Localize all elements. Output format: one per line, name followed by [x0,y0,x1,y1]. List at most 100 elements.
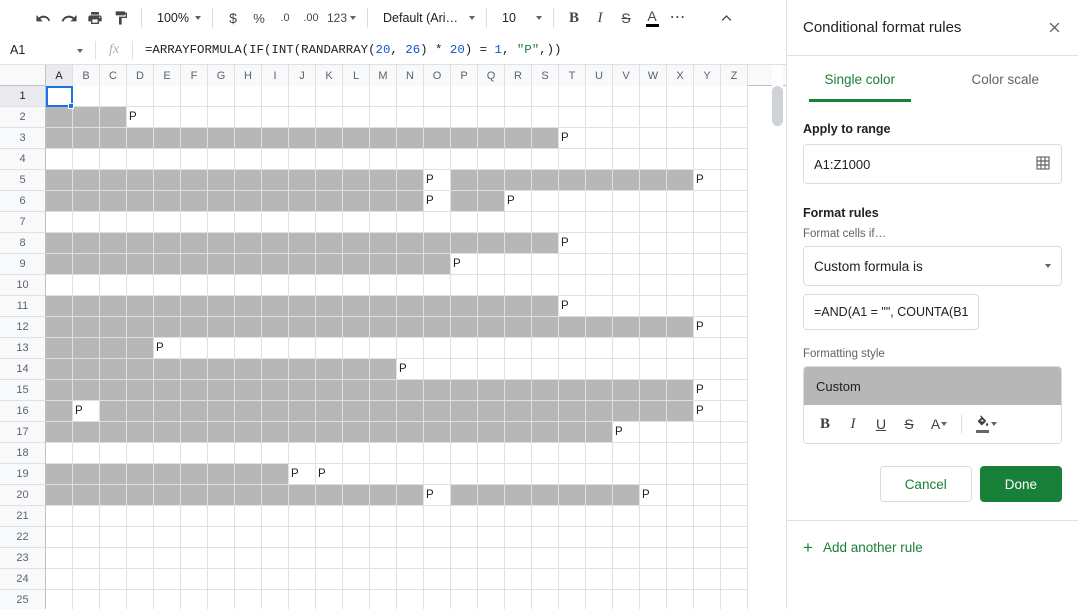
cell-M2[interactable] [370,107,397,128]
cell-X17[interactable] [667,422,694,443]
cell-Y2[interactable] [694,107,721,128]
cell-R2[interactable] [505,107,532,128]
cell-I11[interactable] [262,296,289,317]
cell-S14[interactable] [532,359,559,380]
cell-K13[interactable] [316,338,343,359]
cell-I20[interactable] [262,485,289,506]
cell-U9[interactable] [586,254,613,275]
column-header-C[interactable]: C [100,65,127,86]
cell-P12[interactable] [451,317,478,338]
cell-J1[interactable] [289,86,316,107]
cell-F5[interactable] [181,170,208,191]
cell-I4[interactable] [262,149,289,170]
cell-M9[interactable] [370,254,397,275]
cell-L9[interactable] [343,254,370,275]
cell-Q1[interactable] [478,86,505,107]
cell-D3[interactable] [127,128,154,149]
cell-I5[interactable] [262,170,289,191]
column-header-O[interactable]: O [424,65,451,86]
cell-U5[interactable] [586,170,613,191]
cell-V15[interactable] [613,380,640,401]
cell-U18[interactable] [586,443,613,464]
cell-Z9[interactable] [721,254,748,275]
style-strikethrough-button[interactable]: S [896,411,922,437]
cell-U19[interactable] [586,464,613,485]
cell-P6[interactable] [451,191,478,212]
cell-T21[interactable] [559,506,586,527]
cell-M11[interactable] [370,296,397,317]
cell-Y1[interactable] [694,86,721,107]
cell-J22[interactable] [289,527,316,548]
cell-S4[interactable] [532,149,559,170]
cell-E2[interactable] [154,107,181,128]
cell-Z7[interactable] [721,212,748,233]
cell-I17[interactable] [262,422,289,443]
undo-icon[interactable] [30,5,56,31]
cell-A9[interactable] [46,254,73,275]
cell-K23[interactable] [316,548,343,569]
cell-O23[interactable] [424,548,451,569]
cell-C2[interactable] [100,107,127,128]
cell-F12[interactable] [181,317,208,338]
cell-K14[interactable] [316,359,343,380]
cell-F2[interactable] [181,107,208,128]
cell-O5[interactable]: P [424,170,451,191]
cell-R5[interactable] [505,170,532,191]
cell-X23[interactable] [667,548,694,569]
column-header-B[interactable]: B [73,65,100,86]
cell-B13[interactable] [73,338,100,359]
cell-T18[interactable] [559,443,586,464]
cell-D25[interactable] [127,590,154,609]
cell-H16[interactable] [235,401,262,422]
cell-I8[interactable] [262,233,289,254]
cell-V23[interactable] [613,548,640,569]
cell-P24[interactable] [451,569,478,590]
cell-K9[interactable] [316,254,343,275]
cell-K3[interactable] [316,128,343,149]
cell-H2[interactable] [235,107,262,128]
cell-V21[interactable] [613,506,640,527]
column-header-M[interactable]: M [370,65,397,86]
cell-D23[interactable] [127,548,154,569]
cell-U24[interactable] [586,569,613,590]
row-header-20[interactable]: 20 [0,485,45,506]
column-header-L[interactable]: L [343,65,370,86]
cell-D17[interactable] [127,422,154,443]
cell-F20[interactable] [181,485,208,506]
row-header-15[interactable]: 15 [0,380,45,401]
cell-Z19[interactable] [721,464,748,485]
cell-U25[interactable] [586,590,613,609]
cell-H13[interactable] [235,338,262,359]
cell-R8[interactable] [505,233,532,254]
print-icon[interactable] [82,5,108,31]
cell-M7[interactable] [370,212,397,233]
cell-I13[interactable] [262,338,289,359]
cell-M1[interactable] [370,86,397,107]
cell-W25[interactable] [640,590,667,609]
cell-Y14[interactable] [694,359,721,380]
cell-G10[interactable] [208,275,235,296]
cell-K11[interactable] [316,296,343,317]
cell-Y20[interactable] [694,485,721,506]
row-header-16[interactable]: 16 [0,401,45,422]
cell-J18[interactable] [289,443,316,464]
cell-U11[interactable] [586,296,613,317]
cell-C5[interactable] [100,170,127,191]
cell-A14[interactable] [46,359,73,380]
cell-M12[interactable] [370,317,397,338]
cell-L18[interactable] [343,443,370,464]
cell-T1[interactable] [559,86,586,107]
cell-J12[interactable] [289,317,316,338]
cell-U17[interactable] [586,422,613,443]
cell-S2[interactable] [532,107,559,128]
cell-V19[interactable] [613,464,640,485]
cell-I19[interactable] [262,464,289,485]
cell-C1[interactable] [100,86,127,107]
redo-icon[interactable] [56,5,82,31]
cell-X16[interactable] [667,401,694,422]
cell-J21[interactable] [289,506,316,527]
cell-T19[interactable] [559,464,586,485]
cell-N16[interactable] [397,401,424,422]
cell-A22[interactable] [46,527,73,548]
cell-D15[interactable] [127,380,154,401]
